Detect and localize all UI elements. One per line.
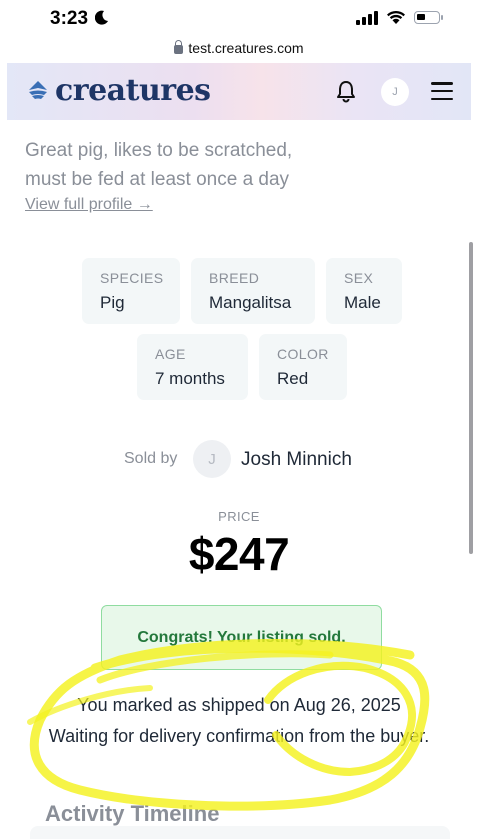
status-time-text: 3:23 bbox=[50, 8, 89, 29]
attr-label: SPECIES bbox=[100, 270, 164, 286]
view-full-profile-link[interactable]: View full profile → bbox=[25, 196, 153, 214]
seller-avatar-initial: J bbox=[208, 450, 216, 468]
status-icons bbox=[356, 10, 443, 25]
attr-label: AGE bbox=[155, 346, 186, 362]
wifi-icon bbox=[387, 10, 405, 24]
browser-url-bar[interactable]: test.creatures.com bbox=[0, 36, 478, 60]
attr-label: COLOR bbox=[277, 346, 329, 362]
attr-label: SEX bbox=[344, 270, 374, 286]
header-avatar[interactable]: J bbox=[381, 78, 409, 106]
header-avatar-initial: J bbox=[392, 86, 398, 98]
seller-name[interactable]: Josh Minnich bbox=[241, 449, 352, 471]
attr-value: Male bbox=[344, 293, 381, 312]
attr-card-species: SPECIES Pig bbox=[82, 258, 180, 324]
sold-by-label: Sold by bbox=[124, 450, 178, 467]
sold-banner: Congrats! Your listing sold. bbox=[101, 605, 382, 670]
bell-icon[interactable] bbox=[335, 79, 357, 103]
attr-card-breed: BREED Mangalitsa bbox=[191, 258, 315, 324]
description-line-2: must be fed at least once a day bbox=[25, 169, 290, 190]
waiting-message: Waiting for delivery confirmation from t… bbox=[48, 726, 430, 746]
sold-message: Congrats! Your listing sold. bbox=[137, 628, 346, 646]
status-time: 3:23 bbox=[50, 8, 109, 30]
attr-label: BREED bbox=[209, 270, 260, 286]
attr-value: Pig bbox=[100, 293, 125, 312]
attr-value: Mangalitsa bbox=[209, 293, 292, 312]
listing-description: Great pig, likes to be scratched, must b… bbox=[25, 136, 325, 194]
description-line-1: Great pig, likes to be scratched, bbox=[25, 140, 293, 161]
brand-logo-icon bbox=[29, 80, 47, 99]
status-bar: 3:23 bbox=[0, 0, 478, 36]
page-scrollbar[interactable] bbox=[469, 242, 473, 554]
seller-avatar[interactable]: J bbox=[193, 440, 231, 478]
brand-name: creatures bbox=[55, 73, 211, 108]
activity-timeline-heading: Activity Timeline bbox=[45, 801, 220, 826]
attr-value: Red bbox=[277, 369, 309, 388]
attr-card-color: COLOR Red bbox=[259, 334, 347, 400]
battery-icon bbox=[414, 11, 443, 24]
app-header: creatures J bbox=[7, 63, 471, 120]
price-value: $247 bbox=[188, 528, 290, 580]
brand-logo[interactable]: creatures bbox=[27, 73, 211, 108]
moon-icon bbox=[95, 10, 109, 25]
timeline-card bbox=[30, 826, 450, 839]
attr-value: 7 months bbox=[155, 369, 225, 388]
price-label: PRICE bbox=[218, 509, 260, 524]
url-text[interactable]: test.creatures.com bbox=[188, 40, 303, 56]
shipped-message: You marked as shipped on Aug 26, 2025 bbox=[77, 695, 401, 715]
attr-card-sex: SEX Male bbox=[326, 258, 402, 324]
menu-icon[interactable] bbox=[431, 82, 453, 100]
attr-card-age: AGE 7 months bbox=[137, 334, 248, 400]
lock-icon bbox=[174, 39, 184, 54]
signal-icon bbox=[356, 10, 378, 25]
